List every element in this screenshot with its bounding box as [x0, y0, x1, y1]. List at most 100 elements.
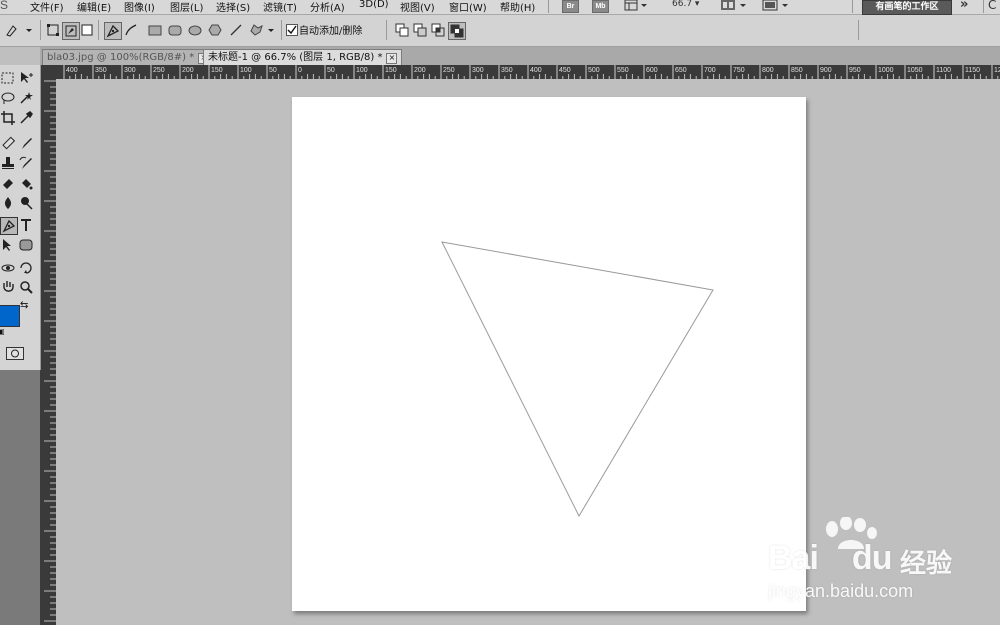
custom-shape-button[interactable]	[249, 23, 277, 37]
pen-tool[interactable]	[0, 217, 18, 235]
rounded-rectangle-button[interactable]	[168, 23, 182, 37]
ruler-label: 0	[298, 67, 302, 74]
path-selection-tool[interactable]	[0, 237, 16, 253]
3d-rotate-tool[interactable]	[0, 260, 16, 276]
move-tool[interactable]	[18, 70, 34, 86]
freeform-pen-icon	[125, 24, 137, 36]
tab-bla03[interactable]: bla03.jpg @ 100%(RGB/8#) *×	[42, 49, 215, 66]
triangle-path[interactable]	[292, 97, 806, 611]
app-logo: S	[0, 0, 9, 12]
more-workspaces-icon[interactable]: »	[960, 0, 968, 12]
lasso-tool[interactable]	[0, 90, 16, 106]
eraser-icon	[3, 179, 13, 189]
jingyan-url-text: jingyan.baidu.com	[768, 581, 914, 601]
close-icon[interactable]: ×	[386, 53, 398, 64]
options-bar: 自动添加/删除	[0, 15, 1000, 47]
menu-image[interactable]: 图像(I)	[124, 0, 155, 14]
history-brush-tool[interactable]	[18, 155, 34, 171]
shape-tool[interactable]	[18, 237, 34, 253]
quick-selection-tool[interactable]	[18, 90, 34, 106]
zoom-level[interactable]: 66.7 ▾	[672, 0, 699, 9]
menu-window[interactable]: 窗口(W)	[449, 0, 487, 14]
freeform-pen-button[interactable]	[124, 23, 138, 37]
cs-live-icon[interactable]: C	[988, 0, 996, 12]
subtract-area-button[interactable]	[413, 23, 427, 37]
swap-colors-icon[interactable]: ⇆	[20, 300, 28, 311]
vertical-ruler[interactable]	[40, 79, 56, 625]
menu-view[interactable]: 视图(V)	[400, 0, 435, 14]
3d-orbit-tool[interactable]	[18, 260, 34, 276]
ruler-label: 1100	[936, 67, 951, 74]
healing-brush-tool[interactable]	[0, 135, 16, 151]
move-icon	[21, 72, 33, 83]
screen-mode-dropdown[interactable]	[762, 0, 790, 14]
zoom-value: 66.7	[672, 0, 693, 9]
rounded-rectangle-icon	[168, 25, 182, 36]
ellipse-shape-button[interactable]	[188, 23, 202, 37]
rectangle-shape-button[interactable]	[148, 23, 162, 37]
menu-help[interactable]: 帮助(H)	[500, 0, 535, 14]
eyedropper-icon	[20, 111, 33, 124]
ruler-label: 950	[849, 67, 861, 74]
baidu-brand-prefix: Bai	[768, 539, 819, 577]
ruler-label: 500	[588, 67, 600, 74]
marquee-tool[interactable]	[0, 70, 16, 86]
ruler-label: 1000	[878, 67, 894, 74]
ruler-label: 900	[820, 67, 832, 74]
tab-untitled-1[interactable]: 未标题-1 @ 66.7% (图层 1, RGB/8) * ×	[203, 49, 403, 66]
ruler-label: 1200	[994, 67, 1000, 74]
pen-tool-preset-icon	[6, 25, 32, 37]
menu-file[interactable]: 文件(F)	[30, 0, 64, 14]
paint-bucket-tool[interactable]	[18, 175, 34, 191]
type-tool[interactable]	[18, 217, 34, 233]
document-canvas[interactable]	[292, 97, 806, 611]
blur-tool[interactable]	[0, 195, 16, 211]
clone-stamp-tool[interactable]	[0, 155, 16, 171]
exclude-overlap-button[interactable]	[448, 22, 466, 40]
ruler-origin[interactable]	[40, 65, 56, 79]
fill-pixels-mode-button[interactable]	[80, 23, 94, 37]
menu-bar: S 文件(F) 编辑(E) 图像(I) 图层(L) 选择(S) 滤镜(T) 分析…	[0, 0, 1000, 15]
menu-3d[interactable]: 3D(D)	[359, 0, 389, 10]
checkmark-icon	[287, 25, 297, 35]
crop-tool[interactable]	[0, 110, 16, 126]
workspace-switcher-button[interactable]: 有画笔的工作区	[862, 0, 952, 15]
triangle-path-outline	[441, 241, 714, 518]
line-shape-button[interactable]	[229, 23, 243, 37]
auto-add-delete-checkbox[interactable]	[286, 24, 298, 36]
menu-analysis[interactable]: 分析(A)	[310, 0, 345, 14]
dodge-tool[interactable]	[18, 195, 34, 211]
tab-label: bla03.jpg @ 100%(RGB/8#) *	[47, 52, 195, 63]
ruler-label: 100	[356, 67, 368, 74]
bandage-icon	[2, 136, 15, 150]
mini-bridge-button[interactable]: Mb	[592, 0, 609, 13]
menu-filter[interactable]: 滤镜(T)	[263, 0, 297, 14]
tool-preset-picker[interactable]	[4, 23, 34, 37]
options-separator	[98, 20, 99, 40]
pen-tool-button[interactable]	[104, 22, 122, 40]
zoom-tool[interactable]	[18, 279, 34, 295]
ruler-label: 400	[530, 67, 542, 74]
combine-area-button[interactable]	[395, 23, 409, 37]
menu-layer[interactable]: 图层(L)	[170, 0, 203, 14]
arrange-documents-dropdown[interactable]	[720, 0, 748, 14]
hand-tool[interactable]	[0, 279, 16, 295]
eraser-tool[interactable]	[0, 175, 16, 191]
crop-icon	[1, 111, 15, 125]
default-colors-icon[interactable]: ▣	[0, 327, 5, 336]
ruler-label: 800	[762, 67, 774, 74]
menu-edit[interactable]: 编辑(E)	[77, 0, 111, 14]
brush-tool[interactable]	[18, 135, 34, 151]
horizontal-ruler[interactable]: 400 350 300 250 200 150 100 50 0 50 100 150 200 250 30…	[56, 65, 1000, 79]
quick-mask-button[interactable]	[6, 347, 24, 360]
ruler-label: 200	[182, 67, 194, 74]
eyedropper-tool[interactable]	[18, 110, 34, 126]
polygon-shape-button[interactable]	[208, 23, 222, 37]
view-extras-dropdown[interactable]	[624, 0, 648, 14]
menu-select[interactable]: 选择(S)	[216, 0, 250, 14]
paths-mode-button[interactable]	[62, 22, 80, 40]
foreground-color-swatch[interactable]	[0, 305, 20, 327]
intersect-area-button[interactable]	[431, 23, 445, 37]
bridge-button[interactable]: Br	[562, 0, 579, 13]
shape-layers-mode-button[interactable]	[46, 23, 60, 37]
